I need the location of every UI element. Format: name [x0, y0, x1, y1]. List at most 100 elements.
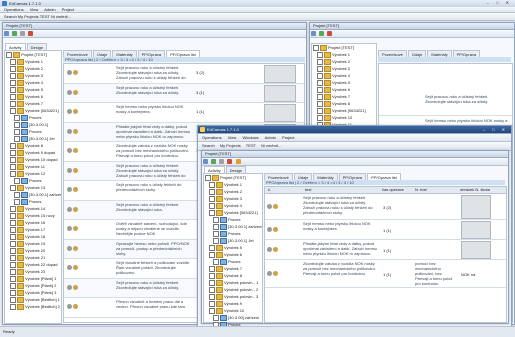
front-test[interactable]: TEST: [246, 143, 256, 148]
col-obrazek[interactable]: obrázek N. škola: [460, 187, 490, 193]
tree-item[interactable]: Výrobek 3: [5, 72, 61, 79]
delete-icon[interactable]: [28, 31, 34, 36]
tree-item[interactable]: Výrobek [Plánk] 2: [5, 282, 61, 289]
tree-item[interactable]: Výrobek [Bedřich] 1: [5, 296, 61, 303]
tree-item[interactable]: Výrobek 16: [5, 219, 61, 226]
front-window-controls[interactable]: – □ ✕: [483, 126, 508, 133]
save-icon[interactable]: [4, 31, 9, 36]
operation-thumbnail[interactable]: [264, 65, 296, 83]
col-text[interactable]: text: [305, 187, 311, 193]
tree-item[interactable]: Projekt [TEST]: [204, 174, 262, 181]
tree-checkbox[interactable]: [10, 303, 16, 310]
tree-item[interactable]: Výrobek 5: [312, 79, 376, 86]
tree-item[interactable]: Výrobek 2: [204, 188, 262, 195]
edit-icon[interactable]: [235, 159, 241, 164]
tree-item[interactable]: [30-3.00.1] zařízení: [5, 191, 61, 198]
tree-item[interactable]: Výrobek [0634221]: [204, 209, 262, 216]
tree-item[interactable]: Výrobek [0634221]: [5, 107, 61, 114]
tree-item[interactable]: Výrobek polovin - 3: [204, 293, 262, 300]
tree-item[interactable]: Výrobek polovin - 1: [204, 279, 262, 286]
tree-item[interactable]: Výrobek 7: [204, 265, 262, 272]
col-cislo[interactable]: č.: [268, 187, 271, 193]
tree-item[interactable]: Výrobek 5: [5, 86, 61, 93]
tree-item[interactable]: [30-3.00.1]: [5, 121, 61, 128]
operation-thumbnail[interactable]: [461, 195, 491, 219]
tree-item[interactable]: Výrobek 10 dopad: [5, 156, 61, 163]
tree-item[interactable]: Výrobek [Plánk] 3: [5, 289, 61, 296]
operation-thumbnail[interactable]: [461, 221, 491, 239]
tree-item[interactable]: Výrobek 18: [5, 233, 61, 240]
tree-item[interactable]: [30-3.00.1] Jet: [5, 135, 61, 142]
table-row[interactable]: Sejít hemsu nebo ptyrsku lhlolou NOK nos…: [265, 220, 506, 240]
tree-item[interactable]: Výrobek 22 dopad: [5, 261, 61, 268]
tree-item[interactable]: Výrobek 8: [312, 100, 376, 107]
tree-item[interactable]: Výrobek polovin - 2: [204, 286, 262, 293]
tree-item[interactable]: Výrobek 1: [312, 51, 376, 58]
tree-item[interactable]: [30-3.00.1] zařízení: [204, 223, 262, 230]
front-menu-view[interactable]: View: [228, 135, 237, 140]
toolbar-text[interactable]: Search My Projects TEST Ni změnit...: [4, 14, 71, 19]
tree-item[interactable]: Výrobek 4: [204, 202, 262, 209]
tree-item[interactable]: [30-3.00.1] Jet: [204, 237, 262, 244]
tree-item[interactable]: Výrobek 9: [204, 300, 262, 307]
tree-item[interactable]: Výrobek 19: [5, 240, 61, 247]
tree-item[interactable]: Proces: [5, 198, 61, 205]
tree-item[interactable]: Výrobek 6: [312, 86, 376, 93]
table-row[interactable]: Sejít pracovu ruku a účistný fehkeň. Zko…: [265, 194, 506, 220]
tree-item[interactable]: Výrobek 4: [312, 72, 376, 79]
tree-item[interactable]: [30-3.00] zařízení: [204, 314, 262, 321]
tree-item[interactable]: Proces: [204, 258, 262, 265]
save-icon[interactable]: [311, 31, 316, 36]
delete-icon[interactable]: [227, 159, 233, 164]
print-icon[interactable]: [219, 159, 225, 164]
tree-item[interactable]: Výrobek 3: [312, 65, 376, 72]
front-menu-admin[interactable]: Admin: [265, 135, 276, 140]
tree-item[interactable]: Výrobek 2: [312, 58, 376, 65]
tree-item[interactable]: Výrobek 23: [5, 268, 61, 275]
menu-admin[interactable]: Admin: [44, 7, 55, 12]
tree-item[interactable]: Výrobek 14: [5, 205, 61, 212]
menu-project[interactable]: Project: [62, 7, 74, 12]
tree-item[interactable]: Výrobek 6: [204, 251, 262, 258]
tree-item[interactable]: Výrobek 2: [5, 65, 61, 72]
tree-item[interactable]: Výrobek 17: [5, 226, 61, 233]
menu-view[interactable]: View: [30, 7, 39, 12]
front-menu-operations[interactable]: Operations: [202, 135, 222, 140]
operation-thumbnail[interactable]: [461, 241, 491, 259]
front-search[interactable]: Search: [202, 143, 215, 148]
tree-item[interactable]: Výrobek 15 nový: [5, 212, 61, 219]
table-row[interactable]: Sejít pracovu ruku a účistný fehkeň. Zko…: [64, 83, 304, 103]
tree-item[interactable]: Výrobek 20: [5, 247, 61, 254]
print-icon[interactable]: [20, 31, 26, 36]
tree-item[interactable]: Výrobek 10: [312, 114, 376, 121]
tree-item[interactable]: Výrobek [Plánk] 1: [5, 275, 61, 282]
tree-item[interactable]: Výrobek [Bedřich] 2: [5, 303, 61, 310]
save-icon[interactable]: [203, 159, 208, 164]
tree-item[interactable]: Výrobek 1: [5, 58, 61, 65]
tree-item[interactable]: Výrobek 4: [5, 79, 61, 86]
delete-icon[interactable]: [327, 31, 333, 36]
menu-operations[interactable]: Operations: [4, 7, 24, 12]
window-controls[interactable]: – □ ✕: [487, 0, 512, 5]
refresh-icon[interactable]: [12, 31, 18, 36]
tree-item[interactable]: Výrobek 12: [5, 170, 61, 177]
refresh-icon[interactable]: [319, 31, 325, 36]
tree-item[interactable]: Proces: [5, 177, 61, 184]
front-menu-windows[interactable]: Windows: [242, 135, 258, 140]
tree-item[interactable]: Výrobek 7: [312, 93, 376, 100]
table-row[interactable]: Sejít hemsu nebo ptyrsku lhlolou NOK nos…: [64, 103, 304, 123]
tree-item[interactable]: Projekt [TEST]: [312, 44, 376, 51]
tree-item[interactable]: Výrobek 7: [5, 100, 61, 107]
col-cas-operace[interactable]: čas operace: [382, 187, 404, 193]
front-menu-project[interactable]: Project: [282, 135, 294, 140]
tree-item[interactable]: Výrobek 8: [5, 142, 61, 149]
tree-item[interactable]: Výrobek [0634221]: [312, 107, 376, 114]
tree-item[interactable]: Projekt [TEST]: [5, 51, 61, 58]
tree-item[interactable]: Výrobek 11: [5, 163, 61, 170]
table-row[interactable]: Sejít pracovu ruku a účistný fehkeň. Zko…: [64, 64, 304, 84]
table-row[interactable]: Přistáte jakými fetal vedy a dátky, poku…: [265, 240, 506, 260]
tree-item[interactable]: Proces: [204, 216, 262, 223]
tree-item[interactable]: Proces: [5, 114, 61, 121]
col-n-fosf[interactable]: N. fosf: [415, 187, 427, 193]
tree-item[interactable]: Proces: [5, 128, 61, 135]
